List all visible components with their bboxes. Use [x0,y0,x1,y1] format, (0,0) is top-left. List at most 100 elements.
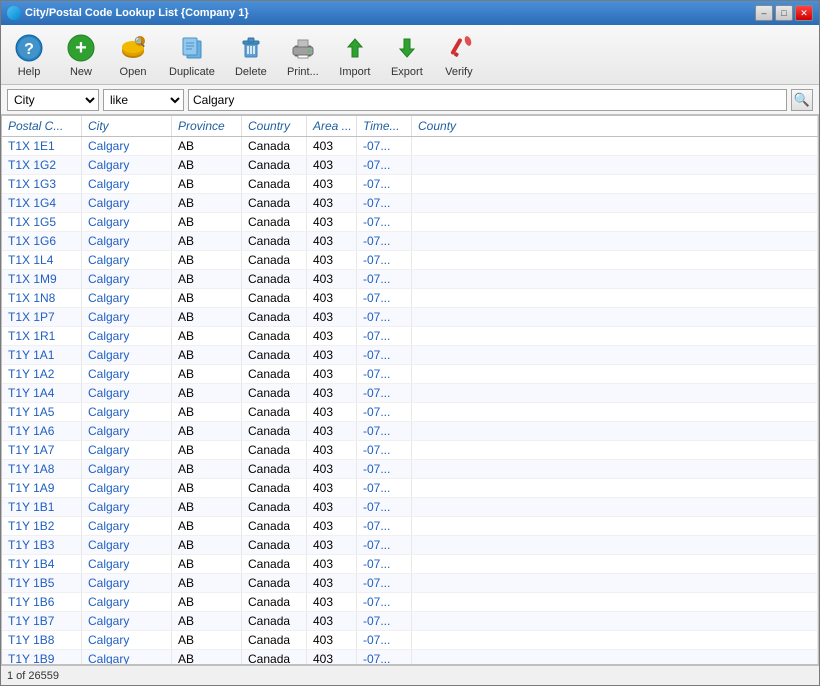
cell-city[interactable]: Calgary [82,232,172,250]
cell-time[interactable]: -07... [357,593,412,611]
cell-city[interactable]: Calgary [82,270,172,288]
cell-city[interactable]: Calgary [82,517,172,535]
cell-postal[interactable]: T1X 1G6 [2,232,82,250]
cell-time[interactable]: -07... [357,555,412,573]
cell-time[interactable]: -07... [357,175,412,193]
cell-city[interactable]: Calgary [82,327,172,345]
search-input[interactable] [188,89,787,111]
cell-city[interactable]: Calgary [82,650,172,664]
cell-postal[interactable]: T1X 1G3 [2,175,82,193]
cell-city[interactable]: Calgary [82,365,172,383]
col-header-postal[interactable]: Postal C... [2,116,82,136]
cell-city[interactable]: Calgary [82,346,172,364]
cell-time[interactable]: -07... [357,384,412,402]
cell-city[interactable]: Calgary [82,536,172,554]
delete-button[interactable]: Delete [229,30,273,80]
cell-postal[interactable]: T1X 1G5 [2,213,82,231]
cell-postal[interactable]: T1Y 1B2 [2,517,82,535]
maximize-button[interactable]: □ [775,5,793,21]
cell-postal[interactable]: T1X 1R1 [2,327,82,345]
cell-postal[interactable]: T1Y 1B1 [2,498,82,516]
cell-city[interactable]: Calgary [82,555,172,573]
cell-postal[interactable]: T1Y 1B8 [2,631,82,649]
duplicate-button[interactable]: Duplicate [163,30,221,80]
cell-city[interactable]: Calgary [82,479,172,497]
cell-city[interactable]: Calgary [82,574,172,592]
cell-time[interactable]: -07... [357,308,412,326]
cell-postal[interactable]: T1X 1P7 [2,308,82,326]
cell-city[interactable]: Calgary [82,308,172,326]
cell-city[interactable]: Calgary [82,384,172,402]
search-field-select[interactable]: CityPostal CodeProvinceCountryArea CodeT… [7,89,99,111]
cell-city[interactable]: Calgary [82,612,172,630]
cell-postal[interactable]: T1Y 1B7 [2,612,82,630]
cell-city[interactable]: Calgary [82,251,172,269]
cell-postal[interactable]: T1X 1G2 [2,156,82,174]
cell-time[interactable]: -07... [357,574,412,592]
cell-city[interactable]: Calgary [82,175,172,193]
cell-time[interactable]: -07... [357,137,412,155]
cell-city[interactable]: Calgary [82,289,172,307]
cell-postal[interactable]: T1Y 1B9 [2,650,82,664]
verify-button[interactable]: Verify [437,30,481,80]
cell-postal[interactable]: T1Y 1B5 [2,574,82,592]
cell-time[interactable]: -07... [357,213,412,231]
cell-city[interactable]: Calgary [82,156,172,174]
cell-postal[interactable]: T1Y 1A6 [2,422,82,440]
cell-postal[interactable]: T1X 1N8 [2,289,82,307]
cell-time[interactable]: -07... [357,498,412,516]
cell-postal[interactable]: T1Y 1A1 [2,346,82,364]
cell-time[interactable]: -07... [357,631,412,649]
cell-time[interactable]: -07... [357,536,412,554]
cell-time[interactable]: -07... [357,460,412,478]
cell-time[interactable]: -07... [357,251,412,269]
cell-time[interactable]: -07... [357,346,412,364]
cell-city[interactable]: Calgary [82,194,172,212]
cell-time[interactable]: -07... [357,327,412,345]
open-button[interactable]: 🔍 Open [111,30,155,80]
cell-city[interactable]: Calgary [82,137,172,155]
cell-time[interactable]: -07... [357,365,412,383]
cell-postal[interactable]: T1X 1L4 [2,251,82,269]
cell-postal[interactable]: T1Y 1A5 [2,403,82,421]
cell-postal[interactable]: T1Y 1A4 [2,384,82,402]
cell-time[interactable]: -07... [357,612,412,630]
cell-city[interactable]: Calgary [82,631,172,649]
search-operator-select[interactable]: like=starts withcontains [103,89,184,111]
col-header-time[interactable]: Time... [357,116,412,136]
cell-time[interactable]: -07... [357,156,412,174]
cell-postal[interactable]: T1Y 1A7 [2,441,82,459]
close-button[interactable]: ✕ [795,5,813,21]
col-header-county[interactable]: County [412,116,818,136]
cell-time[interactable]: -07... [357,289,412,307]
cell-postal[interactable]: T1X 1G4 [2,194,82,212]
cell-time[interactable]: -07... [357,232,412,250]
cell-time[interactable]: -07... [357,422,412,440]
cell-city[interactable]: Calgary [82,593,172,611]
cell-city[interactable]: Calgary [82,403,172,421]
cell-time[interactable]: -07... [357,403,412,421]
cell-time[interactable]: -07... [357,517,412,535]
import-button[interactable]: Import [333,30,377,80]
cell-postal[interactable]: T1X 1E1 [2,137,82,155]
search-button[interactable]: 🔍 [791,89,813,111]
cell-city[interactable]: Calgary [82,460,172,478]
cell-time[interactable]: -07... [357,650,412,664]
cell-city[interactable]: Calgary [82,213,172,231]
help-button[interactable]: ? Help [7,30,51,80]
cell-time[interactable]: -07... [357,479,412,497]
cell-postal[interactable]: T1Y 1B6 [2,593,82,611]
cell-time[interactable]: -07... [357,441,412,459]
cell-postal[interactable]: T1Y 1A8 [2,460,82,478]
minimize-button[interactable]: – [755,5,773,21]
col-header-city[interactable]: City [82,116,172,136]
cell-time[interactable]: -07... [357,194,412,212]
cell-city[interactable]: Calgary [82,422,172,440]
cell-city[interactable]: Calgary [82,441,172,459]
col-header-area[interactable]: Area ... [307,116,357,136]
cell-postal[interactable]: T1Y 1B4 [2,555,82,573]
cell-time[interactable]: -07... [357,270,412,288]
cell-city[interactable]: Calgary [82,498,172,516]
col-header-country[interactable]: Country [242,116,307,136]
print-button[interactable]: Print... [281,30,325,80]
